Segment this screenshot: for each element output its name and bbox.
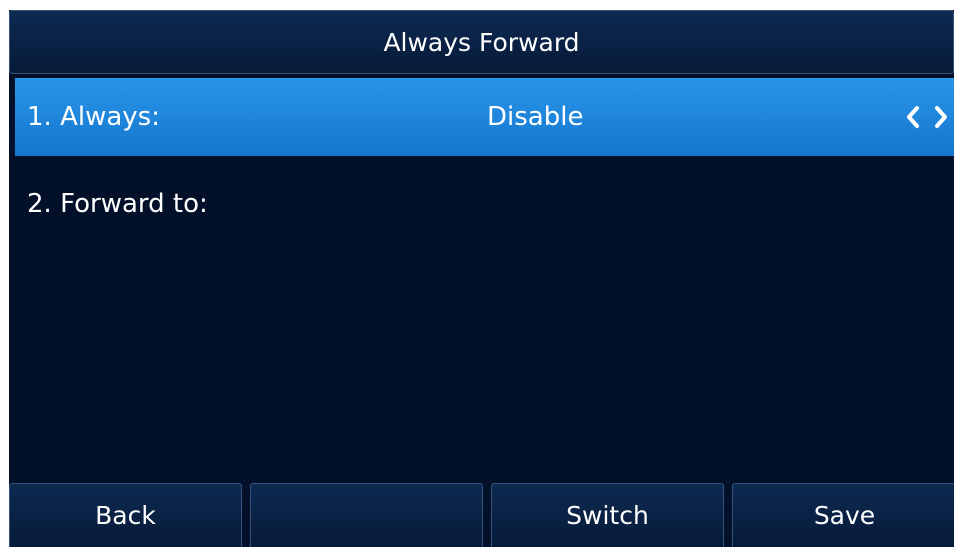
setting-row-forward-to[interactable]: 2. Forward to: (15, 165, 954, 243)
chevron-right-icon[interactable] (932, 104, 950, 130)
page-title: Always Forward (383, 27, 580, 57)
empty-softkey[interactable] (250, 483, 483, 547)
chevron-left-icon[interactable] (904, 104, 922, 130)
title-bar: Always Forward (9, 10, 954, 74)
row-label-forward-to: 2. Forward to: (27, 189, 208, 219)
setting-row-always[interactable]: 1. Always: Disable (15, 78, 954, 156)
row-value-always[interactable]: Disable (487, 78, 583, 156)
phone-screen: Always Forward 1. Always: Disable 2. For… (9, 10, 954, 547)
save-softkey[interactable]: Save (732, 483, 954, 547)
switch-softkey[interactable]: Switch (491, 483, 724, 547)
back-softkey[interactable]: Back (9, 483, 242, 547)
softkey-bar: Back Switch Save (9, 483, 954, 547)
row-label-always: 1. Always: (27, 102, 160, 132)
value-switch-arrows[interactable] (904, 104, 950, 130)
